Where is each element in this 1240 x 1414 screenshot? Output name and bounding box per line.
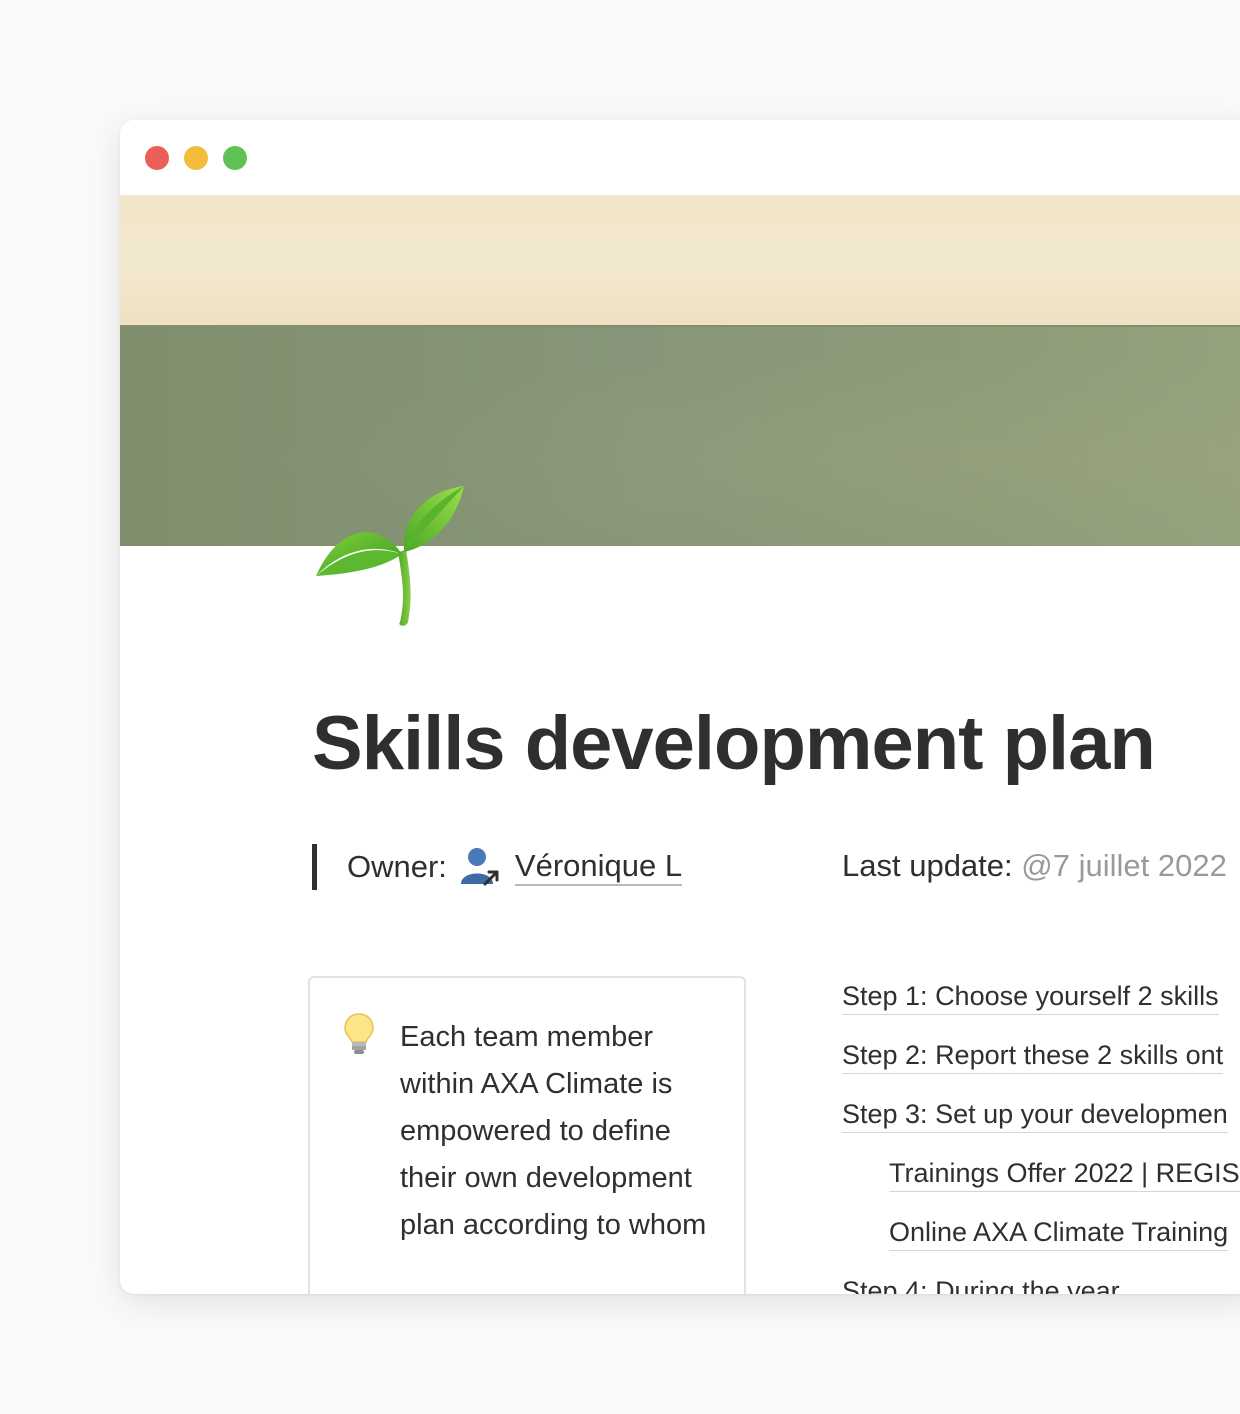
owner-label: Owner: <box>347 849 447 884</box>
maximize-window-button[interactable] <box>223 146 247 170</box>
toc-item: Step 1: Choose yourself 2 skills <box>842 976 1240 1035</box>
lightbulb-icon <box>344 1013 374 1054</box>
toc-link[interactable]: Step 3: Set up your developmen <box>842 1094 1228 1133</box>
owner-quote-block: Owner: Véronique L <box>312 844 683 890</box>
toc-item: Trainings Offer 2022 | REGIS <box>842 1153 1240 1212</box>
person-link-icon <box>460 848 499 886</box>
toc-link[interactable]: Online AXA Climate Training <box>889 1212 1229 1251</box>
last-update: Last update: @7 juillet 2022 <box>842 848 1227 884</box>
page-title[interactable]: Skills development plan <box>312 700 1156 787</box>
seedling-icon[interactable] <box>310 482 470 632</box>
owner-mention-link[interactable]: Véronique L <box>514 848 683 887</box>
close-window-button[interactable] <box>145 146 169 170</box>
last-update-label: Last update: <box>842 848 1013 883</box>
toc-item: Step 2: Report these 2 skills ont <box>842 1035 1240 1094</box>
toc-link[interactable]: Step 2: Report these 2 skills ont <box>842 1035 1224 1074</box>
last-update-date-mention[interactable]: @7 juillet 2022 <box>1021 848 1227 883</box>
table-of-contents: Step 1: Choose yourself 2 skills Step 2: … <box>842 976 1240 1294</box>
toc-link[interactable]: Step 4: During the year <box>842 1271 1120 1294</box>
toc-link[interactable]: Trainings Offer 2022 | REGIS <box>889 1153 1240 1192</box>
app-window: Skills development plan Owner: Véronique… <box>120 120 1240 1294</box>
callout-block: Each team member within AXA Climate is e… <box>308 976 746 1294</box>
minimize-window-button[interactable] <box>184 146 208 170</box>
page-cover-image[interactable] <box>120 195 1240 546</box>
toc-link[interactable]: Step 1: Choose yourself 2 skills <box>842 976 1219 1015</box>
toc-item: Step 4: During the year <box>842 1271 1240 1294</box>
toc-item: Step 3: Set up your developmen <box>842 1094 1240 1153</box>
callout-text[interactable]: Each team member within AXA Climate is e… <box>400 1014 720 1249</box>
toc-item: Online AXA Climate Training <box>842 1212 1240 1271</box>
title-bar <box>120 120 1240 195</box>
